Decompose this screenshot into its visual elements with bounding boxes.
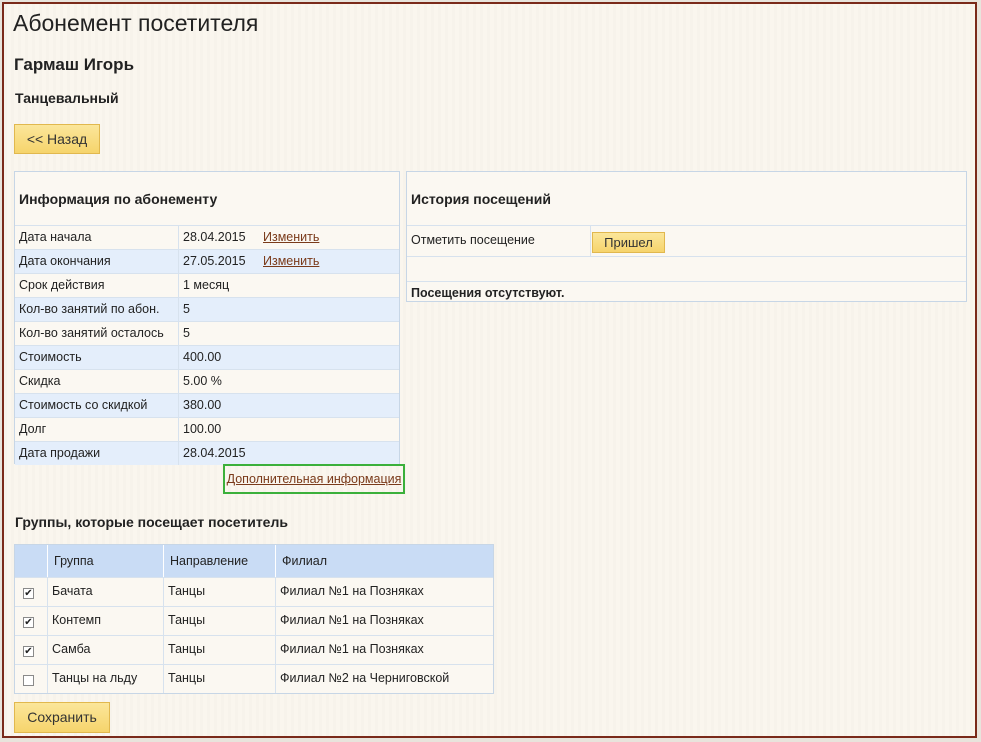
edit-end-date-link[interactable]: Изменить: [263, 250, 319, 273]
group-checkbox[interactable]: ✔: [23, 617, 34, 628]
group-checkbox[interactable]: ✔: [23, 646, 34, 657]
group-name: Бачата: [48, 578, 164, 606]
group-name: Самба: [48, 636, 164, 664]
history-spacer-row: [407, 257, 966, 282]
app-frame: Абонемент посетителя Гармаш Игорь Танцев…: [2, 2, 977, 738]
info-row: Стоимость 400.00: [15, 345, 399, 369]
group-checkbox[interactable]: [23, 675, 34, 686]
table-row: ✔ Самба Танцы Филиал №1 на Позняках: [15, 635, 493, 664]
group-branch: Филиал №2 на Черниговской: [280, 671, 450, 685]
info-value: 400.00: [183, 350, 222, 364]
group-name: Танцы на льду: [48, 665, 164, 693]
info-row: Долг 100.00: [15, 417, 399, 441]
info-row: Кол-во занятий осталось 5: [15, 321, 399, 345]
groups-table: Группа Направление Филиал ✔ Бачата Танцы…: [14, 544, 494, 694]
info-label: Долг: [15, 418, 179, 441]
group-direction: Танцы: [164, 607, 276, 635]
checkbox-cell: ✔: [15, 636, 48, 664]
groups-table-header: Группа Направление Филиал: [15, 545, 493, 577]
table-row: ✔ Контемп Танцы Филиал №1 на Позняках: [15, 606, 493, 635]
info-label: Дата продажи: [15, 442, 179, 465]
header-checkbox-cell: [15, 545, 48, 577]
info-row: Дата окончания 27.05.2015 Изменить: [15, 249, 399, 273]
client-name: Гармаш Игорь: [14, 55, 135, 74]
checkbox-cell: [15, 665, 48, 693]
page-title: Абонемент посетителя: [13, 10, 259, 36]
info-value: 5.00 %: [183, 374, 222, 388]
group-branch: Филиал №1 на Позняках: [280, 584, 424, 598]
info-row: Кол-во занятий по абон. 5: [15, 297, 399, 321]
checkbox-cell: ✔: [15, 578, 48, 606]
additional-info-link[interactable]: Дополнительная информация: [223, 464, 405, 494]
header-group: Группа: [48, 545, 164, 577]
info-value: 28.04.2015: [183, 230, 246, 244]
info-row: Срок действия 1 месяц: [15, 273, 399, 297]
info-row: Дата начала 28.04.2015 Изменить: [15, 225, 399, 249]
no-visits-message: Посещения отсутствуют.: [411, 286, 565, 300]
header-direction: Направление: [164, 545, 276, 577]
group-checkbox[interactable]: ✔: [23, 588, 34, 599]
table-row: Танцы на льду Танцы Филиал №2 на Черниго…: [15, 664, 493, 693]
info-label: Кол-во занятий по абон.: [15, 298, 179, 321]
info-row: Дата продажи 28.04.2015: [15, 441, 399, 465]
info-label: Срок действия: [15, 274, 179, 297]
header-branch: Филиал: [282, 554, 328, 568]
info-label: Стоимость: [15, 346, 179, 369]
save-button[interactable]: Сохранить: [14, 702, 110, 733]
groups-title: Группы, которые посещает посетитель: [15, 514, 288, 530]
info-value: 27.05.2015: [183, 254, 246, 268]
info-value: 5: [183, 302, 190, 316]
info-row: Скидка 5.00 %: [15, 369, 399, 393]
info-value: 28.04.2015: [183, 446, 246, 460]
info-value: 5: [183, 326, 190, 340]
checkbox-cell: ✔: [15, 607, 48, 635]
info-value: 1 месяц: [183, 278, 230, 292]
subscription-type: Танцевальный: [15, 90, 119, 106]
mark-visit-label: Отметить посещение: [407, 226, 591, 256]
info-label: Кол-во занятий осталось: [15, 322, 179, 345]
group-name: Контемп: [48, 607, 164, 635]
group-branch: Филиал №1 на Позняках: [280, 642, 424, 656]
visit-history-panel: История посещений Отметить посещение При…: [406, 171, 967, 302]
info-label: Скидка: [15, 370, 179, 393]
subscription-info-panel: Информация по абонементу Дата начала 28.…: [14, 171, 400, 465]
group-branch: Филиал №1 на Позняках: [280, 613, 424, 627]
info-row: Стоимость со скидкой 380.00: [15, 393, 399, 417]
info-table: Дата начала 28.04.2015 Изменить Дата око…: [15, 225, 399, 465]
group-direction: Танцы: [164, 578, 276, 606]
info-value: 380.00: [183, 398, 222, 412]
edit-start-date-link[interactable]: Изменить: [263, 226, 319, 249]
group-direction: Танцы: [164, 636, 276, 664]
group-direction: Танцы: [164, 665, 276, 693]
info-value: 100.00: [183, 422, 222, 436]
info-label: Дата начала: [15, 226, 179, 249]
info-label: Дата окончания: [15, 250, 179, 273]
mark-visit-row: Отметить посещение Пришел: [407, 225, 966, 257]
back-button[interactable]: << Назад: [14, 124, 100, 154]
came-button[interactable]: Пришел: [592, 232, 665, 253]
info-label: Стоимость со скидкой: [15, 394, 179, 417]
info-panel-title: Информация по абонементу: [19, 191, 218, 207]
history-panel-title: История посещений: [411, 191, 551, 207]
table-row: ✔ Бачата Танцы Филиал №1 на Позняках: [15, 577, 493, 606]
